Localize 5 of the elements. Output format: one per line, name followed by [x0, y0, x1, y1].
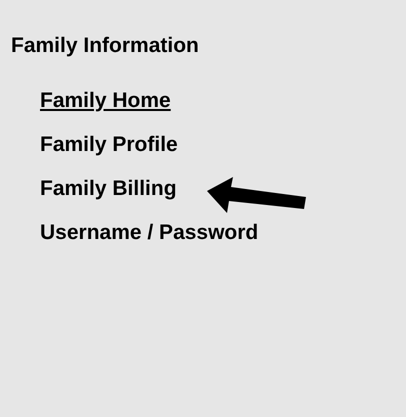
nav-link[interactable]: Family Billing [40, 176, 177, 200]
section-heading: Family Information [11, 34, 200, 58]
nav-link[interactable]: Username / Password [40, 220, 258, 244]
nav-link[interactable]: Family Home [40, 88, 171, 112]
nav-link[interactable]: Family Profile [40, 132, 178, 156]
